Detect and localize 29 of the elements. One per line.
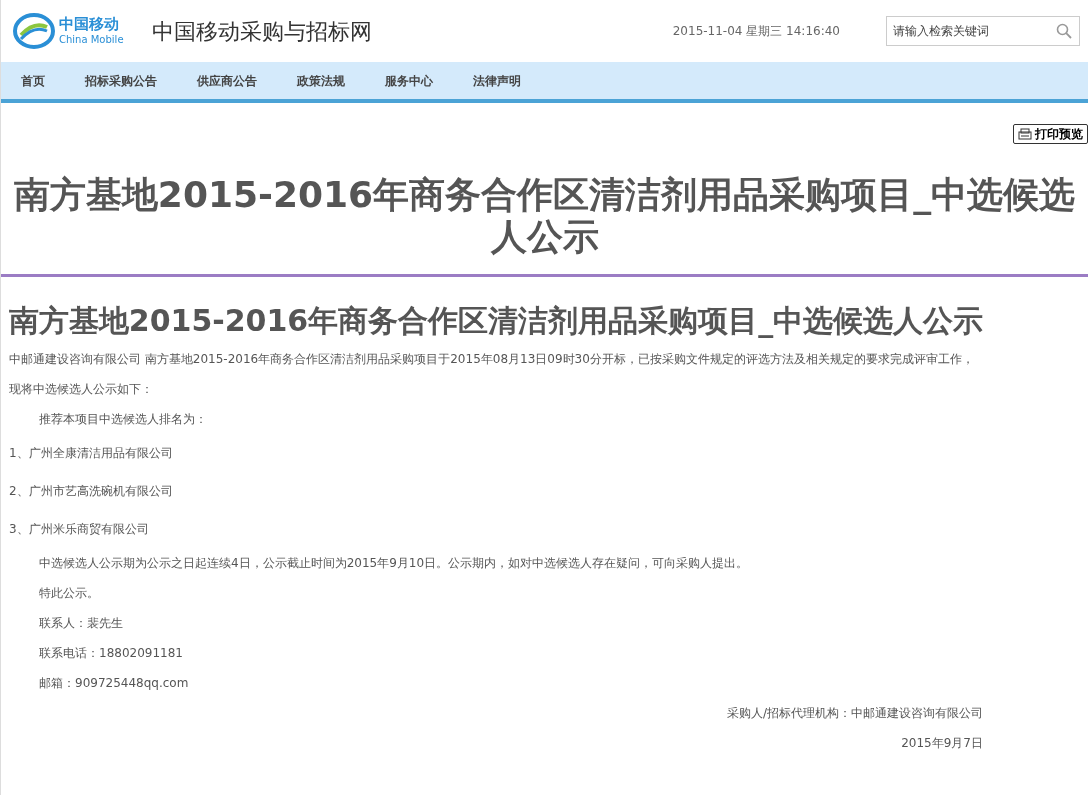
body-paragraph: 推荐本项目中选候选人排名为： xyxy=(38,411,208,428)
nav-link[interactable]: 供应商公告 xyxy=(197,71,257,90)
search-icon[interactable] xyxy=(1056,23,1072,39)
logo-name: 中国移动 xyxy=(59,17,120,32)
body-paragraph: 联系人：裴先生 xyxy=(38,615,124,632)
body-paragraph: 中选候选人公示期为公示之日起连续4日，公示截止时间为2015年9月10日。公示期内，如对中选候选人存在疑问，可向采购人提出。 xyxy=(38,555,750,572)
nav-link[interactable]: 首页 xyxy=(21,71,45,90)
page-title: 南方基地2015-2016年商务合作区清洁剂用品采购项目_中选候选人公示 xyxy=(12,174,1077,258)
nav-link[interactable]: 招标采购公告 xyxy=(85,71,157,90)
signature-text: 2015年9月7日 xyxy=(900,735,983,752)
site-title: 中国移动采购与招标网 xyxy=(152,17,372,46)
signature-text: 采购人/招标代理机构：中邮通建设咨询有限公司 xyxy=(725,705,983,722)
printer-icon xyxy=(1018,128,1032,140)
nav-link[interactable]: 政策法规 xyxy=(297,71,345,90)
logo-icon xyxy=(13,13,55,49)
body-paragraph: 联系电话：18802091181 xyxy=(38,645,184,662)
body-paragraph: 邮箱：909725448qq.com xyxy=(38,675,190,692)
candidate-entry: 3、广州米乐商贸有限公司 xyxy=(8,521,150,538)
candidate-entry: 2、广州市艺高洗碗机有限公司 xyxy=(8,483,174,500)
body-paragraph: 中邮通建设咨询有限公司 南方基地2015-2016年商务合作区清洁剂用品采购项目于2015年08月13日09时30分开标，已按采购文件规定的评选方法及相关规定的要求完成评审工作，现将中选候选人公示如下： xyxy=(8,351,975,398)
print-preview-button[interactable]: 打印预览 xyxy=(1013,124,1088,144)
body-paragraph: 特此公示。 xyxy=(38,585,100,602)
logo-subtitle: China Mobile xyxy=(59,35,124,45)
nav-link[interactable]: 服务中心 xyxy=(385,71,433,90)
date-time: 2015-11-04 星期三 14:16:40 xyxy=(672,23,840,40)
nav-link[interactable]: 法律声明 xyxy=(473,71,521,90)
article-title: 南方基地2015-2016年商务合作区清洁剂用品采购项目_中选候选人公示 xyxy=(7,302,985,340)
candidate-entry: 1、广州全康清洁用品有限公司 xyxy=(8,445,174,462)
search-field[interactable]: 请输入检索关键词 xyxy=(886,16,1080,46)
